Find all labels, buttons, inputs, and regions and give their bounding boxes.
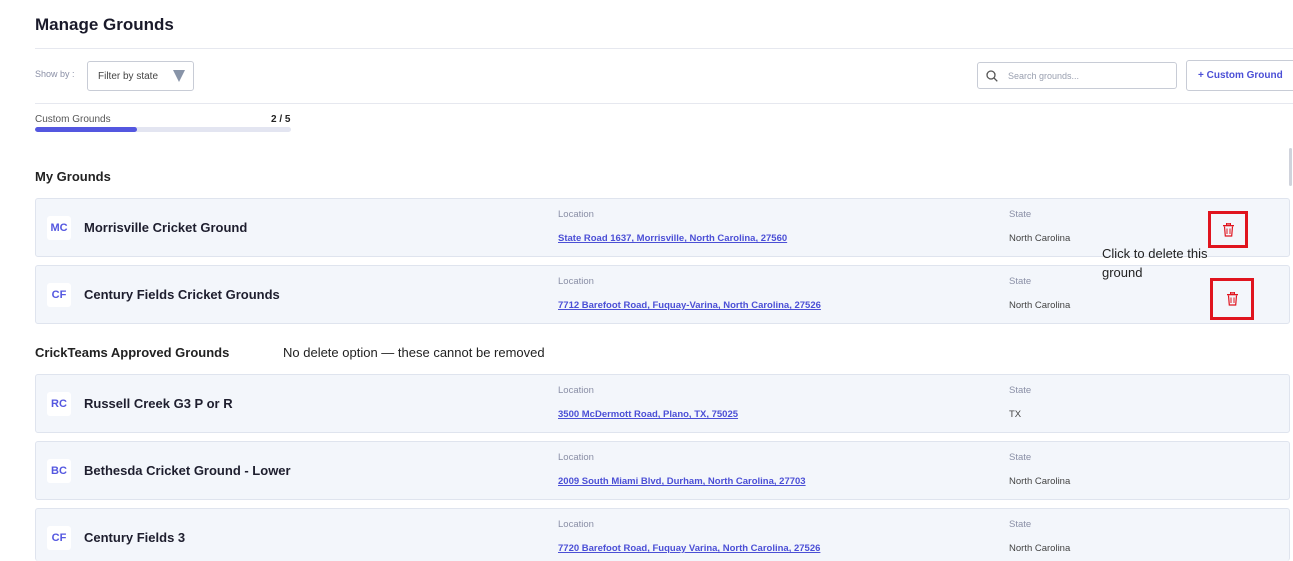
ground-name: Russell Creek G3 P or R — [84, 396, 233, 411]
location-label: Location — [558, 276, 594, 287]
ground-card: BC Bethesda Cricket Ground - Lower Locat… — [35, 441, 1290, 500]
trash-icon — [1226, 292, 1238, 306]
ground-name: Morrisville Cricket Ground — [84, 220, 248, 235]
state-label: State — [1009, 452, 1032, 463]
search-box[interactable] — [977, 62, 1177, 89]
ground-card: RC Russell Creek G3 P or R Location 3500… — [35, 374, 1290, 433]
page-title: Manage Grounds — [35, 15, 174, 34]
show-by-label: Show by : — [35, 69, 75, 79]
state-value: North Carolina — [1009, 543, 1071, 554]
state-value: North Carolina — [1009, 476, 1071, 487]
search-input[interactable] — [1008, 70, 1158, 81]
ground-avatar: CF — [47, 283, 71, 307]
delete-button[interactable] — [1208, 211, 1248, 248]
toolbar-divider — [35, 103, 1293, 104]
location-label: Location — [558, 452, 594, 463]
state-label: State — [1009, 276, 1032, 287]
custom-grounds-progress-fill — [35, 127, 138, 132]
ground-avatar: CF — [47, 526, 71, 550]
ground-name: Century Fields Cricket Grounds — [84, 287, 280, 302]
state-value: North Carolina — [1009, 233, 1071, 244]
state-filter-value: Filter by state — [98, 70, 159, 82]
custom-grounds-label: Custom Grounds — [35, 114, 111, 125]
ground-avatar: BC — [47, 459, 71, 483]
approved-grounds-title: CrickTeams Approved Grounds — [35, 345, 230, 360]
header-divider — [35, 48, 1293, 49]
scrollbar-thumb[interactable] — [1289, 148, 1292, 186]
location-link[interactable]: 7712 Barefoot Road, Fuquay-Varina, North… — [558, 300, 821, 311]
custom-grounds-count: 2 / 5 — [271, 114, 291, 125]
custom-grounds-progress — [35, 127, 291, 132]
ground-card: CF Century Fields 3 Location 7720 Barefo… — [35, 508, 1290, 561]
custom-ground-button[interactable]: + Custom Ground — [1186, 60, 1293, 91]
location-link[interactable]: 3500 McDermott Road, Plano, TX, 75025 — [558, 409, 738, 420]
no-delete-annotation: No delete option — these cannot be remov… — [283, 345, 545, 360]
delete-hint-annotation: Click to delete this ground — [1102, 246, 1208, 280]
location-label: Location — [558, 209, 594, 220]
ground-avatar: RC — [47, 392, 71, 416]
location-link[interactable]: State Road 1637, Morrisville, North Caro… — [558, 233, 787, 244]
state-label: State — [1009, 385, 1032, 396]
state-value: North Carolina — [1009, 300, 1071, 311]
ground-name: Bethesda Cricket Ground - Lower — [84, 463, 291, 478]
ground-name: Century Fields 3 — [84, 530, 186, 545]
triangle-down-icon — [173, 70, 185, 82]
location-label: Location — [558, 385, 594, 396]
state-label: State — [1009, 209, 1032, 220]
location-link[interactable]: 2009 South Miami Blvd, Durham, North Car… — [558, 476, 806, 487]
location-link[interactable]: 7720 Barefoot Road, Fuquay Varina, North… — [558, 543, 820, 554]
state-filter-dropdown[interactable]: Filter by state — [87, 61, 194, 91]
state-label: State — [1009, 519, 1032, 530]
trash-icon — [1222, 222, 1234, 237]
location-label: Location — [558, 519, 594, 530]
state-value: TX — [1009, 409, 1022, 420]
delete-button[interactable] — [1210, 278, 1254, 320]
ground-avatar: MC — [47, 216, 71, 240]
my-grounds-title: My Grounds — [35, 169, 111, 184]
search-icon — [986, 69, 998, 82]
